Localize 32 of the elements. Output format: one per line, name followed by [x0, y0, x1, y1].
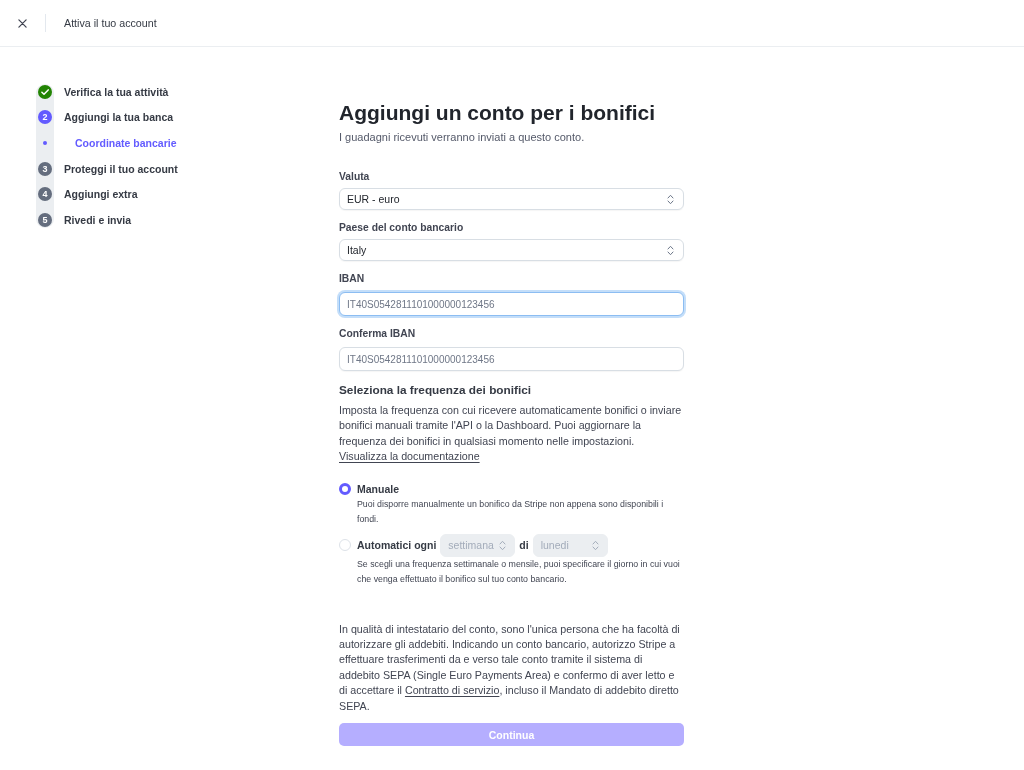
field-label: Conferma IBAN	[339, 327, 416, 341]
chevron-updown-icon	[591, 539, 599, 551]
chevron-updown-icon	[667, 193, 674, 205]
step-label[interactable]: Rivedi e invia	[64, 212, 339, 227]
step-label[interactable]: Aggiungi extra	[64, 187, 339, 202]
close-icon[interactable]	[18, 18, 27, 28]
option-description: Se scegli una frequenza settimanale o mensile, puoi specificare il giorno in cui vuoi che venga effettuato il bonifico sul tuo conto bancario.	[356, 557, 681, 586]
form-subtitle: I guadagni ricevuti verranno inviati a questo conto.	[339, 130, 586, 145]
option-label[interactable]: Manuale	[357, 480, 399, 497]
select-field[interactable]: Italy	[339, 239, 684, 261]
schedule-description: Imposta la frequenza con cui ricevere automaticamente bonifici o inviare bonifici manuali tramite l'API o la Dashboard. Puoi aggiornare la frequenza dei bonifici in qualsiasi momento nelle impostazioni. Visualizza la documentazione	[339, 403, 683, 465]
step-label[interactable]: Verifica la tua attività	[64, 84, 339, 99]
field-label: Valuta	[339, 170, 370, 184]
field-label: IBAN	[339, 272, 365, 286]
documentation-link[interactable]: Visualizza la documentazione	[339, 450, 480, 463]
select-field[interactable]: EUR - euro	[339, 188, 684, 210]
input-field[interactable]: IT40S0542811101000000123456	[339, 347, 684, 371]
option-description: Puoi disporre manualmente un bonifico da Stripe non appena sono disponibili i fondi.	[356, 497, 665, 526]
form-title: Aggiungi un conto per i bonifici	[339, 100, 657, 126]
chevron-updown-icon	[499, 539, 507, 551]
field-label: Paese del conto bancario	[339, 221, 464, 235]
radio-button[interactable]	[339, 482, 351, 495]
section-heading: Seleziona la frequenza dei bonifici	[339, 382, 533, 398]
input-field[interactable]: IT40S0542811101000000123456	[339, 292, 684, 316]
substep-label[interactable]: Coordinate bancarie	[64, 136, 339, 150]
joiner-text: di	[519, 538, 529, 554]
chevron-updown-icon	[667, 244, 674, 256]
page-title: Attiva il tuo account	[64, 16, 157, 30]
mandate-text: In qualità di intestatario del conto, sono l'unica persona che ha facoltà di autorizzare gli addebiti. Indicando un conto bancario, autorizzo Stripe a effettuare trasferimenti da e verso tale conto tramite il sistema di addebito SEPA (Single Euro Payments Area) e confermo di aver letto e di accettare il Contratto di servizio, incluso il Mandato di addebito diretto SEPA.	[339, 621, 681, 714]
step-label[interactable]: Proteggi il tuo account	[64, 161, 339, 176]
step-label[interactable]: Aggiungi la tua banca	[64, 110, 339, 125]
option-label[interactable]: Automatici ogni	[357, 537, 437, 554]
